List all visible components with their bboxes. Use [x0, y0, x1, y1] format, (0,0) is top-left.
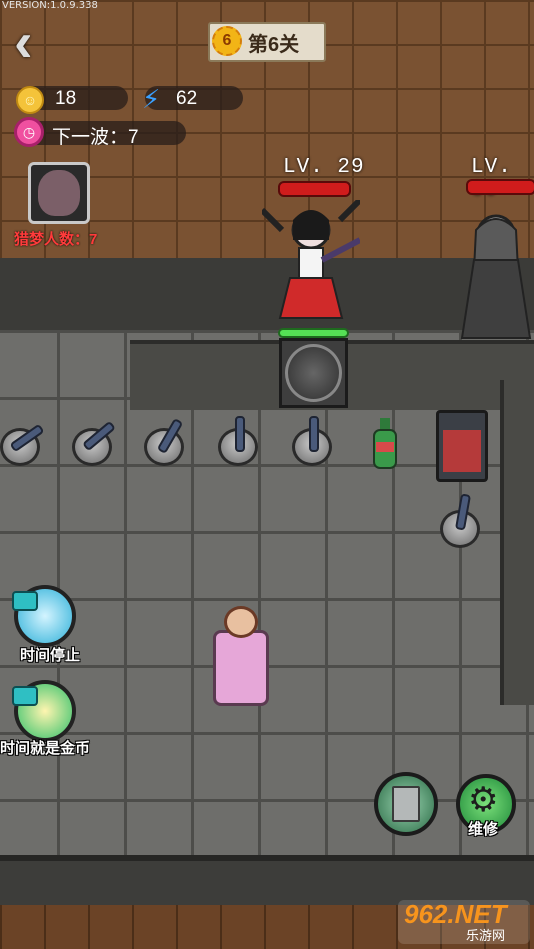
repair-label: 维修 [468, 821, 499, 838]
vending-machine-window [443, 430, 481, 472]
sleeping-girl [224, 606, 258, 638]
turret-barrel [235, 416, 245, 452]
energy-count: 62 [176, 88, 198, 109]
video-camera-icon [12, 686, 38, 706]
alarm-clock-icon: ◷ [14, 117, 44, 147]
level-badge: 6 [212, 26, 242, 56]
watermark-sub: 乐游网 [466, 928, 506, 943]
bed[interactable] [213, 630, 269, 706]
door-hp-bar [278, 328, 349, 338]
next-wave-label: 下一波：7 [52, 127, 139, 148]
enemy-hp-bar [278, 181, 351, 197]
time-is-money-label: 时间就是金币 [0, 740, 91, 757]
bottle-item[interactable] [370, 418, 400, 470]
video-camera-icon [12, 591, 38, 611]
gear-wrench-icon: ⚙ [468, 781, 499, 819]
lightning-icon: ⚡ [142, 84, 161, 114]
door-shield [285, 344, 342, 402]
enemy-ghost-girl[interactable] [262, 200, 360, 330]
right-wall [500, 380, 534, 705]
coin-icon: ☺ [16, 86, 44, 114]
door-icon [392, 786, 420, 822]
coin-count: 18 [55, 88, 77, 109]
hunter-portrait [38, 170, 80, 216]
enemy-ghost-woman[interactable] [448, 200, 534, 340]
time-stop-label: 时间停止 [20, 647, 81, 664]
hunter-count-label: 猎梦人数：7 [14, 231, 98, 248]
enemy-hp-bar [466, 179, 534, 195]
enemy-level-label: LV. 29 [283, 156, 365, 179]
chevron-left-icon: ‹ [14, 10, 33, 73]
level-title: 第6关 [248, 34, 300, 56]
back-button[interactable]: ‹ [14, 14, 58, 72]
turret-barrel [309, 416, 319, 452]
